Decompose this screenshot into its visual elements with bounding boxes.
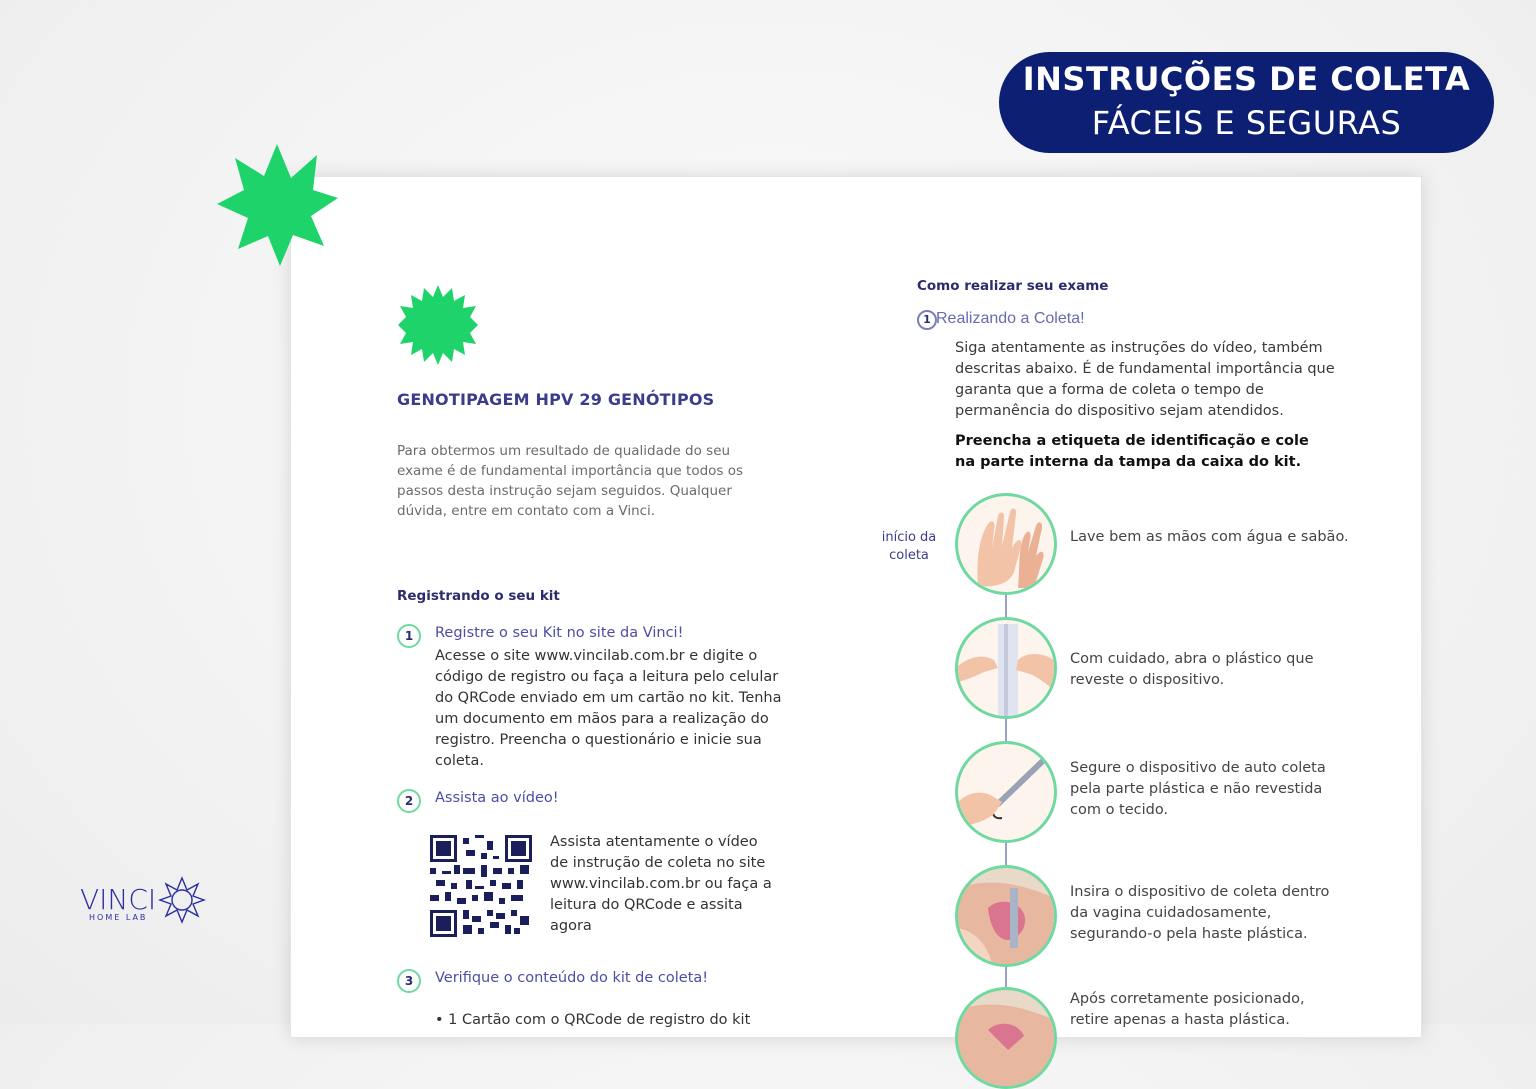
instruction-2-text: Com cuidado, abra o plástico que reveste… [1070,651,1314,688]
qr-code-icon [430,835,532,937]
badge-line-1: INSTRUÇÕES DE COLETA [1022,60,1471,98]
step-2-body: Assista atentamente o vídeo de instrução… [550,834,772,934]
step-3-title: Verifique o conteúdo do kit de coleta! [435,970,709,986]
register-heading: Registrando o seu kit [397,588,560,604]
hold-device-icon [955,741,1057,843]
step-1-body: Acesse o site www.vincilab.com.br e digi… [435,648,782,769]
exam-bold-note: Preencha a etiqueta de identificação e c… [955,433,1309,470]
hand-washing-icon [955,493,1057,595]
step-2-number: 2 [397,789,421,813]
instruction-4-text: Insira o dispositivo de coleta dentro da… [1070,884,1330,942]
step-2-title: Assista ao vídeo! [435,790,559,806]
step-1-title: Registre o seu Kit no site da Vinci! [435,625,684,641]
seal-icon [398,285,478,365]
step-3-body: • 1 Cartão com o QRCode de registro do k… [435,1012,751,1028]
exam-heading: Como realizar seu exame [917,278,1109,294]
instruction-5-text: Após corretamente posicionado, retire ap… [1070,991,1305,1028]
logo-tagline: HOME LAB [89,913,147,922]
exam-step-number: 1 [917,310,937,330]
step-3-number: 3 [397,969,421,993]
exam-step-title: Realizando a Coleta! [936,310,1085,327]
instruction-sheet: GENOTIPAGEM HPV 29 GENÓTIPOS Para obterm… [290,176,1422,1089]
badge-line-2: FÁCEIS E SEGURAS [1091,104,1402,142]
instruction-1-text: Lave bem as mãos com água e sabão. [1070,529,1349,545]
vinci-logo: VINCI HOME LAB [80,876,210,928]
star-icon [217,144,338,266]
logo-name: VINCI [80,883,156,916]
open-package-icon [955,617,1057,719]
header-badge: INSTRUÇÕES DE COLETA FÁCEIS E SEGURAS [999,52,1494,153]
exam-body: Siga atentamente as instruções do vídeo,… [955,340,1335,419]
intro-paragraph: Para obtermos um resultado de qualidade … [397,443,744,519]
remove-rod-icon [955,987,1057,1089]
insert-device-icon [955,865,1057,967]
collection-start-label: início da coleta [881,530,937,563]
instruction-3-text: Segure o dispositivo de auto coleta pela… [1070,760,1326,818]
step-1-number: 1 [397,624,421,648]
document-title: GENOTIPAGEM HPV 29 GENÓTIPOS [397,390,715,409]
